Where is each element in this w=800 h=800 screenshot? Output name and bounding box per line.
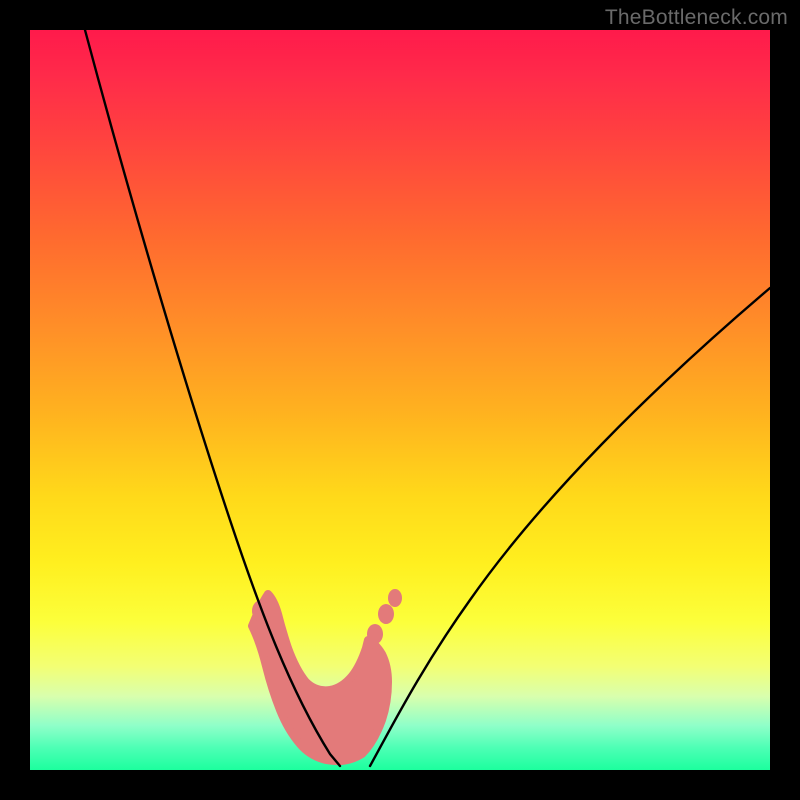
right-curve (370, 288, 770, 766)
blob-lobe-right-1 (367, 624, 383, 644)
left-curve (85, 30, 340, 766)
plot-area (30, 30, 770, 770)
curves-svg (30, 30, 770, 770)
watermark-text: TheBottleneck.com (605, 6, 788, 30)
blob-lobe-right-2 (378, 604, 394, 624)
blob-lobe-right-3 (388, 589, 402, 607)
chart-frame: TheBottleneck.com (0, 0, 800, 800)
